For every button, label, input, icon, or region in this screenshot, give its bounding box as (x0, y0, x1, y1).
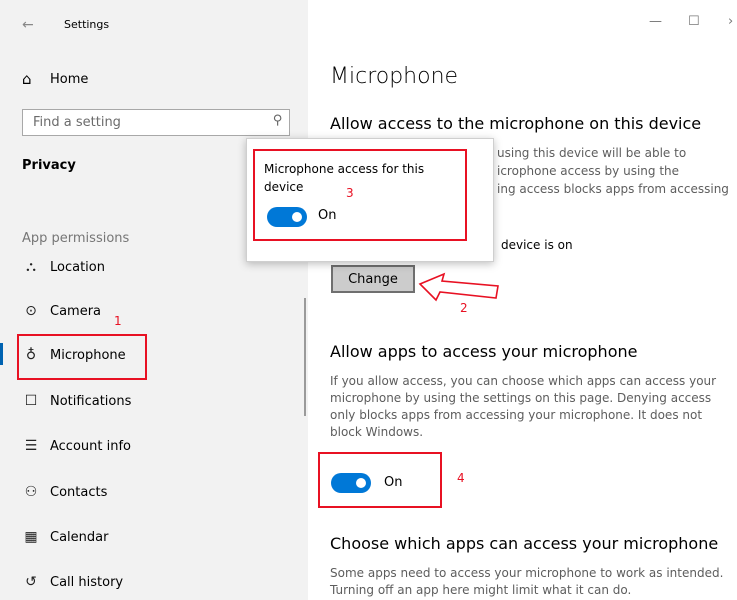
annotation-box-3 (253, 149, 467, 241)
search-icon[interactable]: ⚲ (273, 113, 283, 128)
annotation-box-1 (17, 334, 147, 380)
device-access-desc-line: icrophone access by using the (497, 164, 680, 178)
annotation-box-4 (318, 452, 442, 508)
window-title: Settings (64, 18, 110, 31)
annotation-number-4: 4 (457, 471, 465, 485)
privacy-heading: Privacy (22, 158, 76, 173)
sidebar-item-label: Notifications (50, 393, 132, 409)
minimize-button[interactable]: — (649, 14, 662, 29)
sidebar-item-label: Camera (50, 303, 102, 319)
device-status-text: device is on (501, 238, 573, 252)
selection-indicator (0, 343, 3, 365)
notifications-icon: ☐ (24, 393, 38, 409)
sidebar-item-call-history[interactable]: ↺ Call history (22, 570, 123, 594)
sidebar-item-account-info[interactable]: ☰ Account info (22, 434, 131, 458)
sidebar-item-label: Account info (50, 438, 132, 454)
home-icon: ⌂ (22, 70, 32, 88)
sidebar-item-label: Contacts (50, 484, 108, 500)
sidebar-item-location[interactable]: ⛬ Location (22, 255, 105, 279)
account-info-icon: ☰ (24, 438, 38, 454)
app-permissions-heading: App permissions (22, 231, 130, 246)
annotation-number-1: 1 (114, 314, 122, 328)
close-button[interactable]: › (728, 14, 733, 29)
annotation-number-3: 3 (346, 186, 354, 200)
maximize-button[interactable]: ☐ (688, 14, 700, 29)
change-button[interactable]: Change (331, 265, 415, 293)
sidebar-item-camera[interactable]: ⊙ Camera (22, 299, 101, 323)
home-label: Home (50, 71, 89, 87)
sidebar-scrollbar[interactable] (304, 298, 306, 416)
choose-apps-heading: Choose which apps can access your microp… (330, 534, 719, 553)
page-title: Microphone (330, 64, 459, 89)
sidebar-item-calendar[interactable]: ▦ Calendar (22, 525, 108, 549)
back-arrow-icon[interactable]: ← (22, 17, 34, 33)
camera-icon: ⊙ (25, 303, 37, 319)
call-history-icon: ↺ (25, 574, 37, 590)
apps-access-heading: Allow apps to access your microphone (330, 342, 638, 361)
sidebar-item-contacts[interactable]: ⚇ Contacts (22, 480, 108, 504)
contacts-icon: ⚇ (24, 484, 38, 500)
search-placeholder: Find a setting (33, 115, 121, 130)
sidebar-item-label: Location (50, 259, 105, 275)
device-access-heading: Allow access to the microphone on this d… (330, 114, 702, 133)
location-icon: ⛬ (26, 259, 36, 275)
search-input[interactable]: Find a setting ⚲ (22, 109, 290, 136)
device-access-desc-line: ing access blocks apps from accessing (497, 182, 729, 196)
sidebar-item-label: Call history (50, 574, 124, 590)
sidebar-item-label: Calendar (50, 529, 109, 545)
home-nav-item[interactable]: ⌂ Home (22, 68, 88, 90)
calendar-icon: ▦ (24, 529, 38, 545)
sidebar-item-notifications[interactable]: ☐ Notifications (22, 389, 132, 413)
choose-apps-description: Some apps need to access your microphone… (330, 566, 724, 597)
sidebar: ← Settings ⌂ Home Find a setting ⚲ Priva… (0, 0, 308, 600)
device-access-desc-line: using this device will be able to (497, 146, 687, 160)
annotation-number-2: 2 (460, 301, 468, 315)
apps-access-description: If you allow access, you can choose whic… (330, 374, 717, 439)
